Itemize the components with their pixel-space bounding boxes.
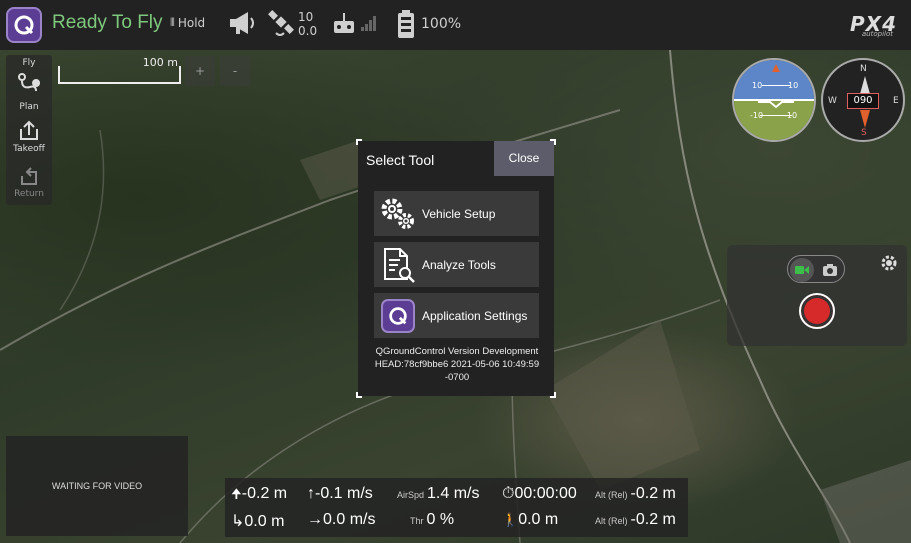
vehicle-setup-button[interactable]: Vehicle Setup [374,191,539,236]
tool-fly-label: Fly [22,58,36,68]
video-camera-icon [790,258,814,282]
dialog-title: Select Tool [366,152,435,168]
tool-return[interactable]: Return [6,164,52,199]
altitude-change: -0.2 m [241,485,288,502]
map-scale-label: 100 m [142,56,178,69]
tool-plan-label: Plan [19,102,39,112]
zoom-in-button[interactable]: + [185,56,215,86]
vehicle-setup-label: Vehicle Setup [422,206,496,221]
rc-indicator[interactable] [332,11,378,35]
distance-home-value: ↳0.0 m [231,511,284,531]
messages-megaphone-icon[interactable] [228,10,258,36]
analyze-tools-button[interactable]: Analyze Tools [374,242,539,287]
flight-mode-label: Hold [177,16,206,30]
distance: 0.0 m [518,511,559,528]
flight-mode-indicator[interactable]: ⦀ Hold [170,16,205,30]
alt-rel-value-1: Alt (Rel) -0.2 m [595,485,676,503]
qgc-logo-icon[interactable] [6,7,42,43]
arrow-right-icon: → [307,511,323,528]
satellite-icon [268,10,294,36]
analyze-document-icon [378,245,418,285]
flight-time-value: ⏱00:00:00 [502,485,577,503]
airspeed-label: AirSpd [397,490,425,500]
battery-icon [398,10,414,38]
stopwatch-icon: ⏱ [502,485,515,502]
aircraft-symbol-icon [758,64,794,109]
alt-rel: -0.2 m [630,511,676,528]
ground-speed: 0.0 m/s [323,511,376,528]
takeoff-icon [20,120,38,140]
attitude-indicator: 10 10 -10 -10 [732,58,816,142]
airspeed-value: AirSpd 1.4 m/s [397,485,479,503]
fly-tool-strip: Fly Plan Takeoff Return [6,55,52,205]
gps-indicator[interactable]: 10 0.0 [268,9,317,39]
tool-plan[interactable]: Plan [6,71,52,112]
return-icon [21,167,37,185]
arrow-turn-icon: ↳ [231,513,245,530]
vehicle-status[interactable]: Ready To Fly [52,12,163,34]
arrow-up-icon: 🠉 [231,486,242,501]
throttle-value: Thr 0 % [410,511,454,529]
analyze-tools-label: Analyze Tools [422,257,496,272]
gears-icon [378,194,418,234]
video-status: WAITING FOR VIDEO [51,481,143,491]
camera-mode-toggle[interactable] [787,255,845,283]
zoom-out-button[interactable]: - [220,56,250,86]
tool-takeoff-label: Takeoff [13,144,45,154]
gps-hdop: 0.0 [298,24,318,38]
rc-transmitter-icon [334,13,354,33]
throttle: 0 % [426,511,455,528]
px4-logo-sub: autopilot [861,30,893,38]
altitude-change-value: 🠉-0.2 m [231,485,287,507]
version-text: QGroundControl Version Development HEAD:… [374,346,540,383]
alt-rel-value-2: Alt (Rel) -0.2 m [595,511,676,529]
airspeed: 1.4 m/s [427,485,480,502]
select-tool-dialog: Select Tool Close Vehicle Setup Analyze … [356,139,556,398]
gps-sat-count: 10 [298,10,314,24]
camera-control-panel [727,245,907,346]
distance-home: 0.0 m [244,513,285,530]
map-scale: 100 m [58,56,182,86]
walking-person-icon: 🚶 [502,512,519,527]
tool-return-label: Return [14,189,44,199]
arrow-up-thin-icon: ↑ [307,485,315,502]
qgc-logo-icon [378,296,418,336]
camera-settings-gear-icon[interactable] [879,253,899,277]
telemetry-panel[interactable]: 🠉-0.2 m ↑-0.1 m/s AirSpd 1.4 m/s ⏱00:00:0… [225,478,688,537]
throttle-label: Thr [410,516,424,526]
distance-value: 🚶0.0 m [502,511,558,529]
record-button[interactable] [799,293,835,329]
tool-takeoff[interactable]: Takeoff [6,119,52,154]
compass-heading: 090 [847,93,879,109]
alt-rel-label: Alt (Rel) [595,490,628,500]
alt-rel: -0.2 m [630,485,676,502]
video-pip[interactable]: WAITING FOR VIDEO [6,436,188,536]
tool-fly[interactable]: Fly [6,58,52,68]
application-settings-button[interactable]: Application Settings [374,293,539,338]
vertical-speed-value: ↑-0.1 m/s [307,485,373,503]
alt-rel-label: Alt (Rel) [595,516,628,526]
flight-time: 00:00:00 [514,485,577,502]
rc-signal-icon [361,16,376,31]
vertical-speed: -0.1 m/s [315,485,373,502]
compass-indicator: N E S W 090 [821,58,905,142]
battery-indicator[interactable]: 100% [396,9,461,39]
close-button[interactable]: Close [494,141,554,176]
ground-speed-value: →0.0 m/s [307,511,375,529]
photo-camera-icon [822,262,838,281]
plan-route-icon [18,73,41,92]
application-settings-label: Application Settings [422,308,528,323]
battery-percent: 100% [421,16,462,32]
flight-mode-icon: ⦀ [170,16,175,29]
top-toolbar: Ready To Fly ⦀ Hold 10 0.0 100% PX4 auto… [0,0,911,50]
